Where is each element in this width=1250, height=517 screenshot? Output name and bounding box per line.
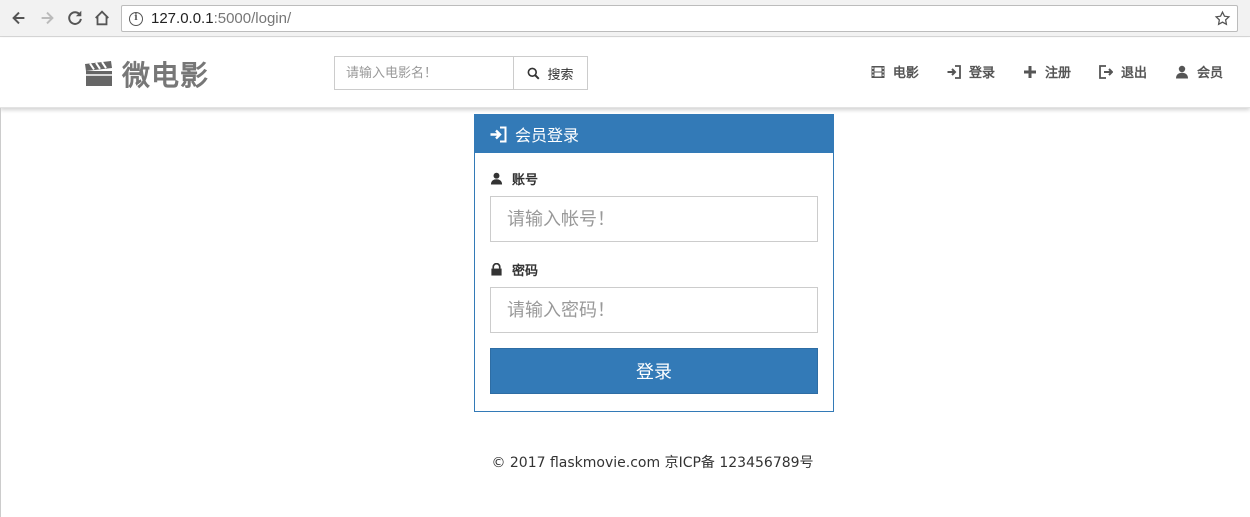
- reload-icon: [68, 10, 82, 25]
- browser-toolbar: i 127.0.0.1:5000/login/: [0, 0, 1250, 37]
- nav-item-register[interactable]: 注册: [1023, 62, 1071, 81]
- search-input[interactable]: [334, 56, 513, 90]
- login-form: 账号 密码 登录: [475, 167, 833, 394]
- user-icon: [1175, 65, 1188, 78]
- nav-label: 登录: [968, 66, 995, 81]
- bookmark-star-icon[interactable]: [1214, 10, 1231, 27]
- login-panel-heading: 会员登录: [475, 115, 833, 153]
- log-out-icon: [1099, 64, 1113, 79]
- password-label-text: 密码: [512, 263, 539, 279]
- nav-label: 电影: [892, 66, 919, 81]
- log-in-icon: [947, 64, 961, 79]
- info-icon[interactable]: i: [129, 11, 143, 26]
- plus-icon: [1023, 65, 1036, 78]
- nav-label: 注册: [1044, 66, 1071, 81]
- login-panel: 会员登录 账号 密码 登录: [474, 114, 834, 412]
- home-icon: [95, 10, 109, 26]
- film-icon: [871, 65, 885, 78]
- search-form: 搜索: [334, 56, 588, 90]
- arrow-right-icon: [41, 11, 54, 25]
- nav-item-member[interactable]: 会员: [1175, 62, 1223, 81]
- account-input[interactable]: [490, 196, 818, 242]
- password-label: 密码: [490, 258, 818, 280]
- search-button-label: 搜索: [547, 67, 574, 83]
- clapperboard-icon: [85, 61, 112, 86]
- account-label: 账号: [490, 167, 818, 189]
- address-bar[interactable]: i 127.0.0.1:5000/login/: [121, 5, 1238, 32]
- log-in-icon: [490, 126, 507, 142]
- reload-button[interactable]: [64, 7, 86, 29]
- nav-item-movies[interactable]: 电影: [871, 62, 919, 81]
- brand-logo[interactable]: 微电影: [84, 54, 209, 94]
- site-header: 微电影 搜索 电影 登录 注册 退出 会员: [0, 38, 1250, 108]
- home-button[interactable]: [91, 7, 113, 29]
- nav-label: 退出: [1120, 66, 1147, 81]
- url-text: 127.0.0.1:5000/login/: [151, 10, 291, 27]
- nav-item-logout[interactable]: 退出: [1099, 62, 1147, 81]
- url-host: 127.0.0.1: [151, 10, 214, 27]
- brand-name: 微电影: [122, 59, 210, 92]
- lock-icon: [491, 262, 502, 276]
- password-input[interactable]: [490, 287, 818, 333]
- search-button[interactable]: 搜索: [513, 56, 588, 90]
- nav-label: 会员: [1196, 66, 1223, 81]
- main-nav: 电影 登录 注册 退出 会员: [843, 62, 1223, 81]
- login-title: 会员登录: [515, 126, 580, 145]
- user-icon: [490, 172, 503, 185]
- url-path: :5000/login/: [213, 10, 292, 27]
- account-label-text: 账号: [512, 172, 539, 188]
- search-icon: [528, 67, 540, 79]
- forward-button[interactable]: [36, 7, 58, 29]
- footer-copyright: © 2017 flaskmovie.com 京ICP备 123456789号: [491, 455, 814, 471]
- nav-item-login[interactable]: 登录: [947, 62, 995, 81]
- arrow-left-icon: [12, 11, 25, 25]
- back-button[interactable]: [8, 7, 30, 29]
- login-submit-button[interactable]: 登录: [490, 348, 818, 394]
